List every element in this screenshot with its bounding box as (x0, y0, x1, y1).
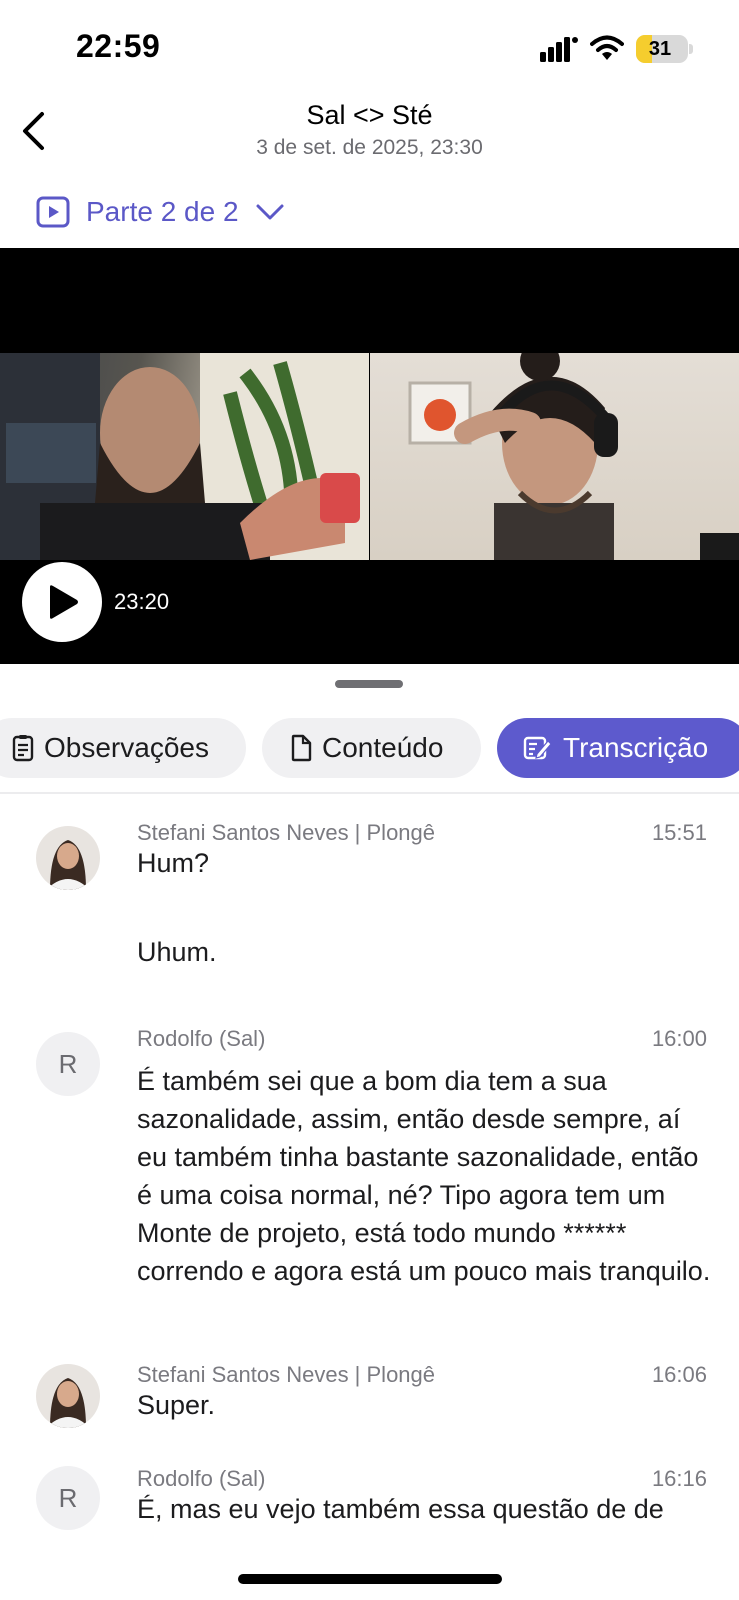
battery-level: 31 (648, 37, 672, 60)
avatar-initial-r: R (36, 1032, 100, 1096)
status-bar: 22:59 31 (0, 0, 739, 100)
speaker-name: Rodolfo (Sal) (137, 1026, 266, 1051)
video-timestamp: 23:20 (114, 589, 170, 614)
avatar-photo-icon (36, 826, 100, 890)
participant-man-illustration (0, 353, 369, 560)
message-text: Hum? (137, 848, 210, 878)
battery-icon: 31 (636, 35, 688, 63)
tab-conteudo-label: Conteúdo (322, 732, 444, 763)
video-player[interactable]: 23:20 (0, 248, 739, 664)
chevron-down-icon (256, 204, 284, 220)
cellular-signal-icon (540, 37, 578, 62)
avatar-initial-r: R (36, 1466, 100, 1530)
tab-transcricao[interactable]: Transcrição (497, 718, 739, 778)
participant-woman-illustration (408, 353, 739, 560)
notes-icon (12, 735, 34, 762)
sheet-drag-handle[interactable] (335, 680, 403, 688)
tab-observacoes[interactable]: Observações (0, 718, 246, 778)
video-participant-left (0, 353, 369, 560)
part-selector[interactable]: Parte 2 de 2 (36, 190, 285, 234)
tab-bar: Observações Conteúdo Transcrição (0, 718, 739, 780)
battery-nub (689, 44, 693, 54)
wifi-icon (590, 35, 624, 60)
avatar-photo-icon (36, 1364, 100, 1428)
speaker-name: Stefani Santos Neves | Plongê (137, 820, 436, 845)
message-text: Super. (137, 1390, 216, 1420)
tab-conteudo[interactable]: Conteúdo (262, 718, 481, 778)
page-subtitle: 3 de set. de 2025, 23:30 (256, 136, 483, 159)
play-icon (50, 585, 78, 619)
video-play-button[interactable] (22, 562, 102, 642)
status-time: 22:59 (76, 28, 161, 64)
message-text: É, mas eu vejo também essa questão de de (137, 1494, 664, 1524)
page-title: Sal <> Sté (306, 100, 433, 130)
divider (0, 792, 739, 794)
message-time: 16:06 (651, 1362, 707, 1387)
speaker-name: Stefani Santos Neves | Plongê (137, 1362, 436, 1387)
message-text: Uhum. (137, 937, 217, 967)
part-selector-label: Parte 2 de 2 (86, 196, 239, 227)
message-text: É também sei que a bom dia tem a sua saz… (137, 1066, 711, 1286)
avatar-stefani (36, 1364, 100, 1428)
tab-observacoes-label: Observações (44, 732, 209, 763)
video-participant-right (370, 353, 739, 560)
message-time: 15:51 (651, 820, 707, 845)
tab-transcricao-label: Transcrição (563, 732, 709, 763)
home-indicator[interactable] (238, 1574, 502, 1584)
message-time: 16:00 (651, 1026, 707, 1051)
video-play-square-icon (36, 196, 70, 228)
edit-icon (523, 736, 552, 760)
message-time: 16:16 (651, 1466, 707, 1491)
document-icon (291, 734, 312, 762)
avatar-stefani (36, 826, 100, 890)
speaker-name: Rodolfo (Sal) (137, 1466, 266, 1491)
